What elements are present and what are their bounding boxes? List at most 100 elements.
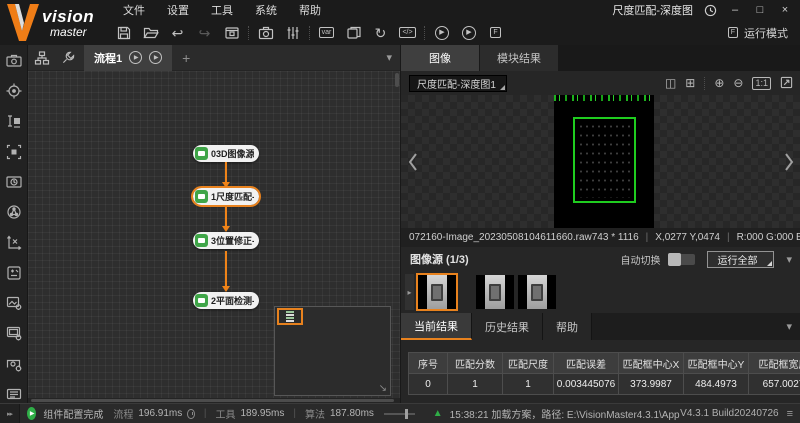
snapshot-window-button[interactable] [218,22,245,44]
log-list-icon[interactable]: ≡ [787,408,793,420]
col-index: 序号 [409,353,448,374]
flow-canvas[interactable]: 03D图像源1 1尺度匹配-... 3位置修正-... 2平面检测-... [28,71,400,398]
cursor-position: X,0277 Y,0474 [655,232,720,243]
undo-button[interactable]: ↩ [164,22,191,44]
result-chevron-down-icon[interactable]: ▾ [786,313,792,340]
node-position-fix[interactable]: 3位置修正-... [193,232,259,249]
result-panel: 图像 模块结果 尺度匹配-深度图1 ◫ ⊞ ⊕ ⊖ 1:1 [400,45,800,403]
acquisition-camera-button[interactable] [4,52,23,70]
flow-run-once-icon[interactable]: ▶ [129,51,142,64]
col-match-scale: 匹配尺度 [503,353,554,374]
calibration-button[interactable] [4,234,23,252]
save-button[interactable] [110,22,137,44]
canvas-zoom-slider[interactable] [384,413,415,415]
flow-tab-active[interactable]: 流程1 ▶ ▶ [84,45,172,71]
thumbnail-scroll-handle[interactable]: ▸ [405,274,414,310]
next-image-chevron-icon[interactable] [782,151,796,173]
run-mode-button[interactable]: F 运行模式 [728,25,800,41]
logo-text-vision: vision [42,8,94,25]
flow-run-loop-icon[interactable]: ▶ [149,51,162,64]
tab-help[interactable]: 帮助 [543,313,592,340]
image-viewport[interactable] [401,95,800,228]
table-row[interactable]: 0 1 1 0.003445076 373.9987 484.4973 657.… [409,374,800,395]
node-plane-detect[interactable]: 2平面检测-... [193,292,259,309]
canvas-vertical-scrollbar[interactable] [395,73,399,87]
window-settings-button[interactable] [4,324,23,342]
auto-switch-toggle[interactable] [668,254,695,265]
thumbnail-3[interactable] [518,275,556,309]
calculator-button[interactable] [4,264,23,282]
adjust-params-button[interactable] [279,22,306,44]
menu-system[interactable]: 系统 [244,2,288,18]
add-flow-button[interactable]: + [182,50,190,66]
measure-tool-button[interactable] [4,113,23,131]
menu-tools[interactable]: 工具 [200,2,244,18]
menu-settings[interactable]: 设置 [156,2,200,18]
layers-button[interactable] [340,22,367,44]
zoom-in-icon[interactable]: ⊕ [714,77,724,89]
tab-current-result[interactable]: 当前结果 [401,313,472,340]
camera-settings-button[interactable] [4,355,23,373]
tab-image[interactable]: 图像 [401,45,480,71]
sidebar-collapse-icon[interactable]: ▸▸ [0,404,20,423]
recognition-tool-button[interactable] [4,143,23,161]
run-all-button[interactable]: 运行全部 [707,251,774,268]
flow-tools-button[interactable] [55,45,82,71]
deep-learning-button[interactable] [4,203,23,221]
redo-button[interactable]: ↪ [191,22,218,44]
calculator-icon [5,264,23,282]
image-settings-button[interactable] [4,294,23,312]
source-chevron-down-icon[interactable]: ▾ [786,253,792,266]
node-position-icon [195,234,208,247]
layers-icon [346,25,362,41]
thumbnail-strip: ▸ [401,271,800,313]
node-plane-icon [195,294,208,307]
flow-header-chevron-down-icon[interactable]: ▾ [386,51,392,64]
open-button[interactable] [137,22,164,44]
pixel-rgb-value: R:000 G:000 B:000 [737,232,800,243]
flow-connector [225,207,227,227]
col-match-error: 匹配误差 [554,353,619,374]
tab-module-result[interactable]: 模块结果 [480,45,559,71]
image-process-button[interactable] [4,173,23,191]
zoom-out-icon[interactable]: ⊖ [733,77,743,89]
io-panel-button[interactable] [4,385,23,403]
camera-gear-icon [5,355,23,373]
timer-icon[interactable] [704,4,717,17]
actual-size-icon[interactable]: 1:1 [752,77,771,90]
depth-image-noise-band [554,95,654,101]
global-variable-button[interactable]: var [313,22,340,44]
quad-view-icon[interactable]: ⊞ [685,77,695,89]
flow-list-button[interactable] [28,45,55,71]
maximize-button[interactable]: □ [753,0,767,20]
menu-help[interactable]: 帮助 [288,2,332,18]
fit-window-icon[interactable] [780,76,793,91]
minimap-resize-icon[interactable]: ↘ [379,384,387,394]
time-detail-icon[interactable] [187,409,195,419]
menu-file[interactable]: 文件 [112,2,156,18]
prev-image-chevron-icon[interactable] [406,151,420,173]
canvas-minimap[interactable]: ↘ [274,306,391,396]
measure-icon [5,113,23,131]
tab-history-result[interactable]: 历史结果 [472,313,543,340]
close-button[interactable]: × [778,0,792,20]
log-message[interactable]: 15:38:21 加载方案，路径: E:\VisionMaster4.3.1\A… [450,406,680,421]
script-button[interactable]: </> [394,22,421,44]
split-view-icon[interactable]: ◫ [665,77,676,89]
node-3d-image-source[interactable]: 03D图像源1 [193,145,259,162]
node-scale-match[interactable]: 1尺度匹配-... [193,188,259,205]
thumbnail-2[interactable] [476,275,514,309]
depth-image[interactable] [554,95,654,228]
camera-button[interactable] [252,22,279,44]
minimize-button[interactable]: – [728,0,742,20]
run-continuous-button[interactable]: ▶ [455,22,482,44]
view-selector-dropdown[interactable]: 尺度匹配-深度图1 [409,75,507,92]
save-icon [116,25,132,41]
module-sidebar [0,45,28,403]
minimap-viewport[interactable] [277,308,303,325]
edit-scheme-button[interactable]: F [482,22,509,44]
thumbnail-1[interactable] [418,275,456,309]
communication-button[interactable]: ↻ [367,22,394,44]
run-once-button[interactable]: ▶ [428,22,455,44]
location-tool-button[interactable] [4,82,23,100]
